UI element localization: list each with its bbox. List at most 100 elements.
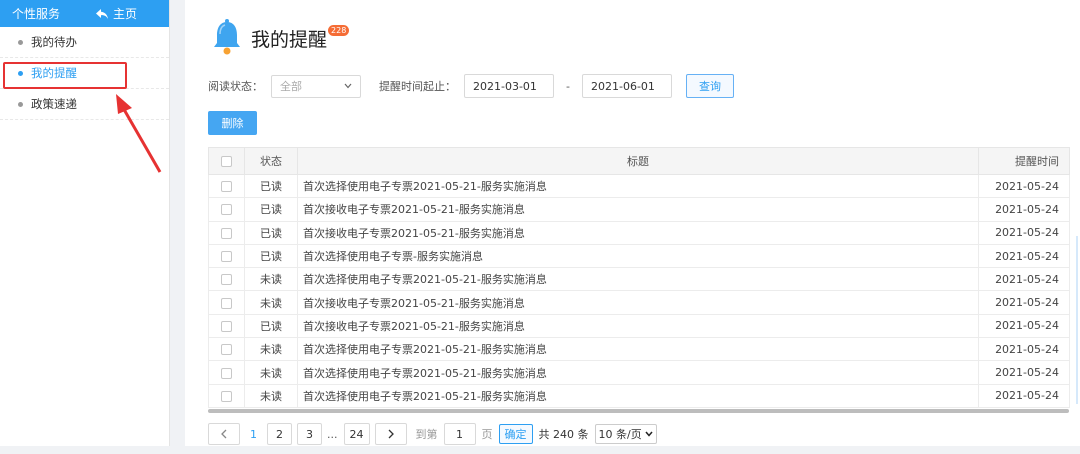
table-row[interactable]: 已读 首次接收电子专票2021-05-21-服务实施消息 2021-05-24 (208, 313, 1070, 339)
sidebar-item-label: 我的提醒 (31, 66, 77, 80)
time-range-label: 提醒时间起止： (379, 80, 456, 93)
end-date-input[interactable]: 2021-06-01 (581, 74, 672, 98)
row-checkbox[interactable] (221, 181, 232, 193)
row-time: 2021-05-24 (978, 383, 1070, 408)
unread-count-badge: 228 (328, 24, 350, 36)
table-row[interactable]: 未读 首次选择使用电子专票2021-05-21-服务实施消息 2021-05-24 (208, 360, 1070, 385)
prev-page-button[interactable] (208, 423, 240, 445)
read-status-value: 全部 (280, 80, 302, 93)
reminder-table: 状态 标题 提醒时间 已读 首次选择使用电子专票2021-05-21-服务实施消息… (208, 147, 1070, 413)
row-title[interactable]: 首次选择使用电子专票2021-05-21-服务实施消息 (297, 337, 979, 362)
row-checkbox[interactable] (221, 367, 232, 379)
row-status: 已读 (244, 220, 298, 245)
page-title: 我的提醒 (251, 28, 328, 51)
row-time: 2021-05-24 (978, 267, 1070, 292)
column-header-status: 状态 (244, 147, 298, 175)
read-status-select[interactable]: 全部 (271, 74, 361, 98)
sidebar-item-label: 政策速递 (31, 97, 77, 111)
row-title[interactable]: 首次选择使用电子专票2021-05-21-服务实施消息 (297, 267, 979, 292)
date-range-separator: - (566, 79, 570, 93)
row-status: 已读 (244, 197, 298, 222)
row-checkbox[interactable] (221, 320, 232, 332)
confirm-goto-button[interactable]: 确定 (498, 424, 533, 444)
row-title[interactable]: 首次接收电子专票2021-05-21-服务实施消息 (297, 313, 979, 339)
row-time: 2021-05-24 (978, 173, 1070, 199)
chevron-down-icon (645, 431, 653, 437)
row-status: 已读 (244, 313, 298, 339)
row-time: 2021-05-24 (978, 290, 1070, 315)
table-row[interactable]: 未读 首次选择使用电子专票2021-05-21-服务实施消息 2021-05-24 (208, 383, 1070, 408)
page-header: 我的提醒 228 (211, 18, 350, 58)
row-status: 未读 (244, 383, 298, 408)
page-button-3[interactable]: 3 (297, 423, 322, 445)
delete-button[interactable]: 删除 (208, 111, 257, 135)
horizontal-scrollbar[interactable] (208, 408, 1069, 413)
reply-arrow-icon (95, 8, 108, 19)
chevron-right-icon (388, 429, 394, 439)
home-link[interactable]: 主页 (95, 5, 137, 22)
goto-page-input[interactable]: 1 (443, 423, 476, 445)
row-title[interactable]: 首次接收电子专票2021-05-21-服务实施消息 (297, 220, 979, 245)
table-row[interactable]: 已读 首次接收电子专票2021-05-21-服务实施消息 2021-05-24 (208, 197, 1070, 222)
bullet-icon (18, 101, 23, 107)
row-time: 2021-05-24 (978, 313, 1070, 339)
row-status: 未读 (244, 360, 298, 385)
row-checkbox[interactable] (221, 227, 232, 239)
row-status: 未读 (244, 337, 298, 362)
query-button[interactable]: 查询 (685, 74, 734, 98)
table-row[interactable]: 已读 首次选择使用电子专票-服务实施消息 2021-05-24 (208, 243, 1070, 269)
row-checkbox-cell (208, 243, 245, 269)
row-checkbox-cell (208, 267, 245, 292)
next-page-button[interactable] (374, 423, 407, 445)
page-ellipsis: ... (327, 427, 338, 441)
table-row[interactable]: 已读 首次选择使用电子专票2021-05-21-服务实施消息 2021-05-24 (208, 173, 1070, 199)
table-row[interactable]: 已读 首次接收电子专票2021-05-21-服务实施消息 2021-05-24 (208, 220, 1070, 245)
page-size-value: 10 条/页 (598, 428, 642, 441)
row-status: 未读 (244, 290, 298, 315)
sidebar-item-label: 我的待办 (31, 35, 77, 49)
bell-icon (214, 19, 240, 55)
row-checkbox[interactable] (221, 297, 232, 309)
table-row[interactable]: 未读 首次接收电子专票2021-05-21-服务实施消息 2021-05-24 (208, 290, 1070, 315)
row-checkbox-cell (208, 220, 245, 245)
row-title[interactable]: 首次选择使用电子专票2021-05-21-服务实施消息 (297, 383, 979, 408)
row-time: 2021-05-24 (978, 197, 1070, 222)
sidebar-header: 个性服务 主页 (0, 0, 169, 27)
table-row[interactable]: 未读 首次选择使用电子专票2021-05-21-服务实施消息 2021-05-24 (208, 267, 1070, 292)
table-row[interactable]: 未读 首次选择使用电子专票2021-05-21-服务实施消息 2021-05-24 (208, 337, 1070, 362)
select-all-checkbox[interactable] (221, 156, 232, 167)
row-checkbox[interactable] (221, 344, 232, 356)
start-date-input[interactable]: 2021-03-01 (464, 74, 554, 98)
total-count: 共 240 条 (538, 428, 589, 441)
row-checkbox-cell (208, 290, 245, 315)
row-checkbox[interactable] (221, 204, 232, 216)
page-button-last[interactable]: 24 (343, 423, 370, 445)
row-status: 已读 (244, 243, 298, 269)
row-title[interactable]: 首次接收电子专票2021-05-21-服务实施消息 (297, 197, 979, 222)
row-checkbox-cell (208, 383, 245, 408)
row-checkbox-cell (208, 360, 245, 385)
row-checkbox[interactable] (221, 251, 232, 263)
sidebar-item-policy[interactable]: 政策速递 (0, 89, 169, 120)
page-unit-label: 页 (481, 428, 493, 441)
sidebar-item-reminders[interactable]: 我的提醒 (0, 58, 169, 89)
row-title[interactable]: 首次选择使用电子专票-服务实施消息 (297, 243, 979, 269)
read-status-label: 阅读状态： (208, 80, 263, 93)
page-button-1[interactable]: 1 (245, 423, 262, 445)
chevron-down-icon (344, 83, 352, 89)
row-title[interactable]: 首次接收电子专票2021-05-21-服务实施消息 (297, 290, 979, 315)
row-time: 2021-05-24 (978, 220, 1070, 245)
row-checkbox-cell (208, 337, 245, 362)
page-button-2[interactable]: 2 (267, 423, 292, 445)
bullet-icon (18, 39, 23, 45)
sidebar-item-todo[interactable]: 我的待办 (0, 27, 169, 58)
row-checkbox[interactable] (221, 274, 232, 286)
row-title[interactable]: 首次选择使用电子专票2021-05-21-服务实施消息 (297, 360, 979, 385)
row-status: 未读 (244, 267, 298, 292)
row-title[interactable]: 首次选择使用电子专票2021-05-21-服务实施消息 (297, 173, 979, 199)
page-size-select[interactable]: 10 条/页 (594, 424, 657, 444)
row-checkbox[interactable] (221, 390, 232, 402)
column-header-time: 提醒时间 (978, 147, 1070, 175)
row-checkbox-cell (208, 313, 245, 339)
row-status: 已读 (244, 173, 298, 199)
